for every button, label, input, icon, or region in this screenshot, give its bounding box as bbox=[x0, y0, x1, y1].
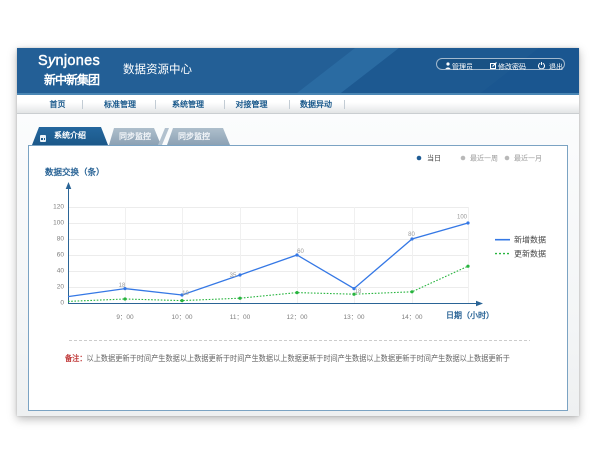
svg-text:数据交换（条）: 数据交换（条） bbox=[45, 167, 105, 177]
svg-text:20: 20 bbox=[57, 284, 65, 291]
svg-text:0: 0 bbox=[60, 300, 64, 307]
svg-text:10：00: 10：00 bbox=[172, 314, 193, 321]
svg-text:9：00: 9：00 bbox=[116, 314, 134, 321]
svg-text:35: 35 bbox=[230, 273, 237, 279]
svg-text:60: 60 bbox=[57, 252, 65, 259]
svg-text:18: 18 bbox=[119, 283, 126, 289]
svg-text:12：00: 12：00 bbox=[287, 314, 308, 321]
svg-text:10: 10 bbox=[182, 291, 189, 297]
svg-text:更新数据: 更新数据 bbox=[514, 249, 546, 259]
svg-text:11：00: 11：00 bbox=[230, 314, 251, 321]
svg-text:最近一月: 最近一月 bbox=[514, 154, 542, 163]
svg-text:日期（小时）: 日期（小时） bbox=[446, 310, 494, 320]
svg-text:13：00: 13：00 bbox=[344, 314, 365, 321]
svg-text:80: 80 bbox=[57, 236, 65, 243]
svg-text:最近一周: 最近一周 bbox=[470, 154, 498, 163]
svg-text:当日: 当日 bbox=[427, 154, 441, 163]
svg-text:100: 100 bbox=[53, 220, 64, 227]
svg-text:120: 120 bbox=[53, 204, 64, 211]
svg-text:100: 100 bbox=[457, 215, 468, 221]
svg-text:80: 80 bbox=[408, 232, 415, 238]
svg-text:新增数据: 新增数据 bbox=[514, 235, 546, 245]
svg-text:60: 60 bbox=[297, 249, 304, 255]
svg-text:40: 40 bbox=[57, 268, 65, 275]
svg-text:14：00: 14：00 bbox=[402, 314, 423, 321]
svg-text:18: 18 bbox=[355, 289, 362, 295]
